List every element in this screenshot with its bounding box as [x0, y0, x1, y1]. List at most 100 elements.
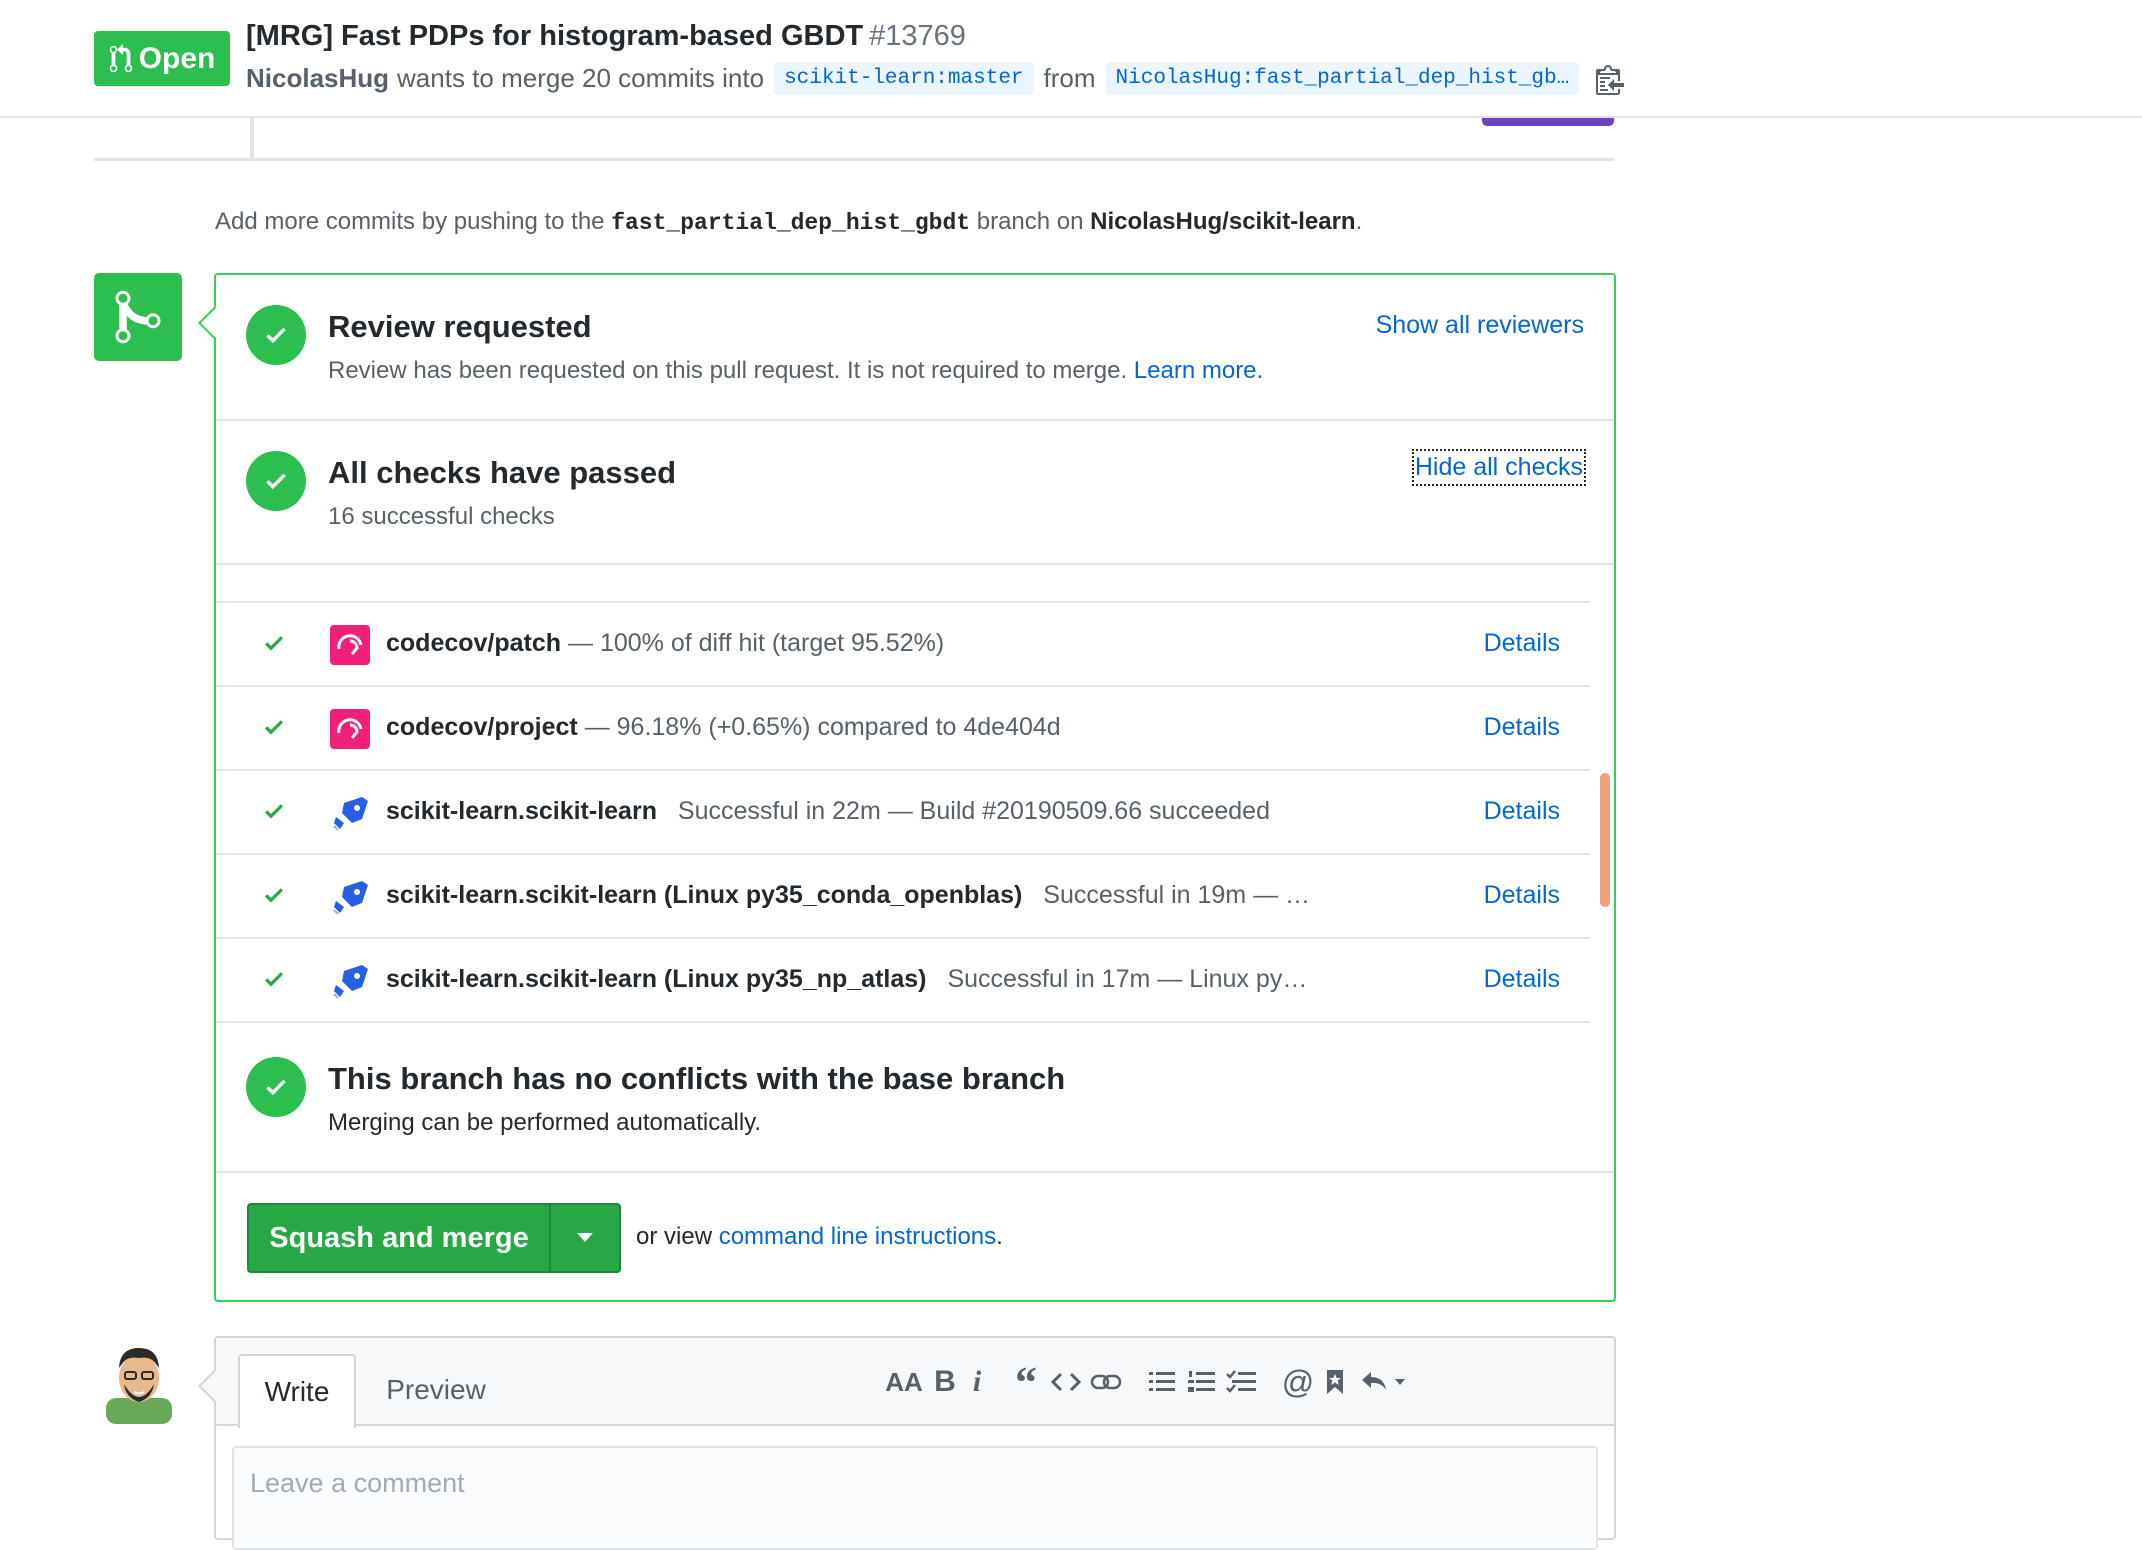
conflicts-title: This branch has no conflicts with the ba… — [328, 1061, 1066, 1096]
base-branch[interactable]: scikit-learn:master — [774, 62, 1034, 95]
add-commits-branch: fast_partial_dep_hist_gbdt — [611, 210, 971, 236]
check-icon — [266, 1079, 286, 1096]
check-name: scikit-learn.scikit-learn (Linux py35_np… — [386, 965, 1307, 994]
pr-state-badge: Open — [94, 31, 230, 86]
checks-list: codecov/patch — 100% of diff hit (target… — [216, 583, 1590, 1035]
check-icon — [265, 972, 283, 987]
head-branch[interactable]: NicolasHug:fast_partial_dep_hist_gb… — [1105, 62, 1580, 95]
timeline-divider — [94, 158, 1614, 161]
text-size-icon[interactable]: AA — [884, 1362, 924, 1402]
period-text: . — [996, 1223, 1003, 1250]
check-details-link[interactable]: Details — [1484, 629, 1560, 658]
check-icon — [265, 804, 283, 819]
command-line-note: or view command line instructions. — [636, 1223, 1003, 1251]
comment-textarea[interactable]: Leave a comment — [232, 1446, 1598, 1550]
pr-meta: NicolasHug wants to merge 20 commits int… — [246, 62, 1625, 95]
italic-icon[interactable]: i — [964, 1362, 990, 1402]
no-conflicts-section: This branch has no conflicts with the ba… — [216, 1027, 1614, 1173]
pull-request-icon — [109, 43, 132, 72]
code-icon[interactable] — [1048, 1362, 1084, 1402]
command-line-instructions-link[interactable]: command line instructions — [719, 1223, 996, 1250]
tab-write[interactable]: Write — [238, 1354, 356, 1428]
merge-method-dropdown[interactable] — [551, 1205, 619, 1271]
conflicts-status-icon — [246, 1057, 306, 1117]
check-description: Successful in 17m — Linux py… — [947, 965, 1308, 993]
check-details-link[interactable]: Details — [1484, 713, 1560, 742]
check-row: scikit-learn.scikit-learn Successful in … — [216, 769, 1590, 853]
add-commits-suffix: . — [1355, 208, 1363, 235]
or-view-text: or view — [636, 1223, 713, 1250]
pr-number: #13769 — [869, 20, 966, 52]
check-row: scikit-learn.scikit-learn (Linux py35_np… — [216, 937, 1590, 1023]
avatar[interactable] — [106, 1340, 172, 1424]
check-name-text: codecov/patch — [386, 629, 562, 657]
check-icon — [265, 636, 283, 651]
bold-icon[interactable]: B — [930, 1362, 960, 1402]
quote-icon[interactable]: “ — [1008, 1358, 1044, 1407]
conflicts-subtitle: Merging can be performed automatically. — [328, 1109, 762, 1136]
check-row: scikit-learn.scikit-learn (Linux py35_co… — [216, 853, 1590, 937]
tab-preview[interactable]: Preview — [366, 1354, 506, 1426]
learn-more-link[interactable]: Learn more. — [1134, 357, 1263, 384]
pr-state-label: Open — [138, 41, 216, 75]
squash-and-merge-label[interactable]: Squash and merge — [249, 1205, 549, 1271]
merge-box: Review requested Review has been request… — [214, 273, 1616, 1302]
check-name-text: scikit-learn.scikit-learn — [386, 797, 657, 825]
bookmark-icon[interactable] — [1320, 1362, 1350, 1402]
check-name-text: scikit-learn.scikit-learn (Linux py35_np… — [386, 965, 927, 993]
check-icon — [266, 327, 286, 344]
merge-status-icon — [94, 273, 182, 361]
azure-pipelines-icon — [333, 881, 368, 915]
review-subtitle-text: Review has been requested on this pull r… — [328, 357, 1128, 384]
check-row: codecov/project — 96.18% (+0.65%) compar… — [216, 685, 1590, 769]
check-icon — [266, 473, 286, 490]
triangle-down-icon — [577, 1233, 593, 1242]
pr-title: [MRG] Fast PDPs for histogram-based GBDT… — [246, 20, 966, 53]
check-details-link[interactable]: Details — [1484, 797, 1560, 826]
review-subtitle: Review has been requested on this pull r… — [328, 357, 1263, 385]
codecov-icon — [330, 625, 370, 665]
check-name: scikit-learn.scikit-learn (Linux py35_co… — [386, 881, 1310, 910]
squash-and-merge-button[interactable]: Squash and merge — [247, 1203, 621, 1273]
check-row: codecov/patch — 100% of diff hit (target… — [216, 601, 1590, 685]
checks-status-icon — [246, 451, 306, 511]
azure-pipelines-icon — [333, 965, 368, 999]
timeline-line — [250, 116, 254, 160]
comment-placeholder: Leave a comment — [250, 1468, 465, 1498]
hide-all-checks-link[interactable]: Hide all checks — [1411, 449, 1586, 486]
pr-author-link[interactable]: NicolasHug — [246, 63, 389, 94]
check-name-text: scikit-learn.scikit-learn (Linux py35_co… — [386, 881, 1023, 909]
add-commits-prefix: Add more commits by pushing to the — [215, 208, 605, 235]
check-icon — [265, 888, 283, 903]
checks-section: All checks have passed 16 successful che… — [216, 419, 1614, 565]
link-icon[interactable] — [1088, 1362, 1124, 1402]
review-requested-section: Review requested Review has been request… — [216, 275, 1614, 421]
check-name: codecov/patch — 100% of diff hit (target… — [386, 629, 944, 658]
check-details-link[interactable]: Details — [1484, 965, 1560, 994]
reply-icon[interactable] — [1358, 1362, 1410, 1402]
codecov-icon — [330, 709, 370, 749]
pr-title-text: [MRG] Fast PDPs for histogram-based GBDT — [246, 20, 864, 52]
review-status-icon — [246, 305, 306, 365]
checks-title: All checks have passed — [328, 455, 677, 490]
check-details-link[interactable]: Details — [1484, 881, 1560, 910]
check-description: — 96.18% (+0.65%) compared to 4de404d — [584, 713, 1061, 741]
check-name: scikit-learn.scikit-learn Successful in … — [386, 797, 1270, 826]
checks-subtitle: 16 successful checks — [328, 503, 555, 530]
add-commits-repo: NicolasHug/scikit-learn — [1090, 208, 1356, 235]
from-text: from — [1043, 63, 1096, 93]
add-commits-middle: branch on — [976, 208, 1084, 235]
check-icon — [265, 720, 283, 735]
show-all-reviewers-link[interactable]: Show all reviewers — [1376, 311, 1584, 340]
check-name: codecov/project — 96.18% (+0.65%) compar… — [386, 713, 1061, 742]
unordered-list-icon[interactable] — [1144, 1362, 1180, 1402]
comment-form: Write Preview AA B i “ @ Leave a comment — [214, 1336, 1616, 1550]
ordered-list-icon[interactable] — [1184, 1362, 1220, 1402]
scrollbar-thumb[interactable] — [1600, 773, 1610, 907]
task-list-icon[interactable] — [1224, 1362, 1260, 1402]
git-merge-icon — [115, 290, 161, 344]
clipboard-icon[interactable] — [1595, 63, 1625, 95]
merge-text: wants to merge 20 commits into — [397, 63, 765, 93]
mention-icon[interactable]: @ — [1280, 1362, 1316, 1402]
add-commits-note: Add more commits by pushing to the fast_… — [215, 208, 1362, 236]
